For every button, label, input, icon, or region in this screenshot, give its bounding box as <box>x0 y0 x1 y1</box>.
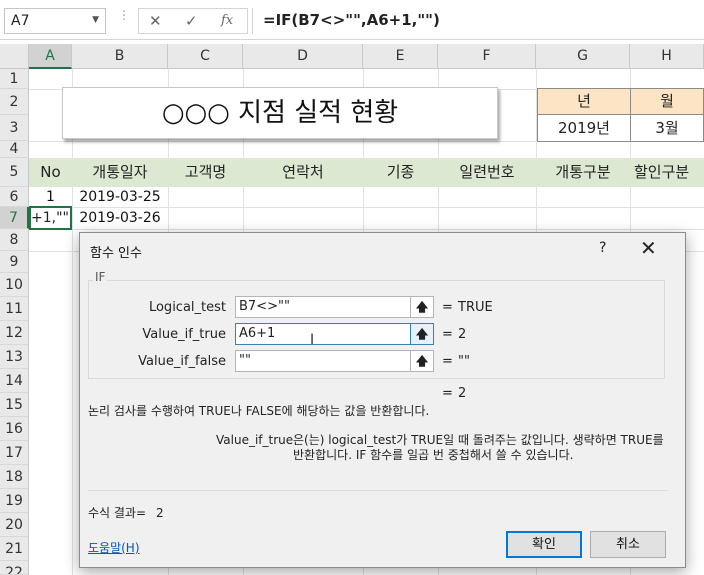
row-header-8[interactable]: 8 <box>0 229 29 251</box>
row-header-4[interactable]: 4 <box>0 141 29 158</box>
header-open-type[interactable]: 개통구분 <box>536 158 630 187</box>
row-header-1[interactable]: 1 <box>0 69 29 89</box>
active-cell-a7[interactable]: +1,"") <box>29 206 72 230</box>
value-if-false-input[interactable]: "" <box>235 350 414 372</box>
cell-b6[interactable]: 2019-03-25 <box>72 186 168 209</box>
row-header-13[interactable]: 13 <box>0 345 29 369</box>
cell-b7[interactable]: 2019-03-26 <box>72 207 168 230</box>
header-open-date[interactable]: 개통일자 <box>72 158 168 187</box>
col-header-a[interactable]: A <box>29 44 72 69</box>
formula-buttons: ✕ ✓ fx <box>138 8 248 34</box>
col-header-b[interactable]: B <box>72 44 168 69</box>
arg-description-name: Value_if_true <box>216 433 294 447</box>
gridline <box>72 69 73 575</box>
collapse-dialog-icon[interactable]: 🡅 <box>410 296 434 318</box>
formula-result-label: 수식 결과= <box>88 506 147 520</box>
arg-description-line1: 은(는) logical_test가 TRUE일 때 돌려주는 값입니다. 생략… <box>293 433 664 447</box>
function-arguments-dialog: 함수 인수 ? ✕ IF Logical_test B7<>"" 🡅 = TRU… <box>79 232 686 568</box>
header-discount-type[interactable]: 할인구분 <box>630 158 704 187</box>
report-title-shape[interactable]: ○○○ 지점 실적 현황 <box>62 87 498 139</box>
year-header-cell[interactable]: 년 <box>537 88 631 115</box>
value-if-false-result: "" <box>458 354 470 369</box>
row-header-11[interactable]: 11 <box>0 297 29 321</box>
formula-input[interactable]: =IF(B7<>"",A6+1,"") <box>252 8 704 34</box>
year-value-cell[interactable]: 2019년 <box>537 114 631 142</box>
value-if-true-label: Value_if_true <box>142 327 226 342</box>
equals-sign: = <box>442 354 453 369</box>
cancel-button[interactable]: 취소 <box>590 531 666 558</box>
formula-text: =IF(B7<>"",A6+1,"") <box>263 11 440 29</box>
row-header-14[interactable]: 14 <box>0 369 29 393</box>
row-header-7[interactable]: 7 <box>0 207 29 229</box>
row-header-10[interactable]: 10 <box>0 273 29 297</box>
row-header-16[interactable]: 16 <box>0 417 29 441</box>
collapse-dialog-icon[interactable]: 🡅 <box>410 323 434 345</box>
function-description: 논리 검사를 수행하여 TRUE나 FALSE에 해당하는 값을 반환합니다. <box>88 404 430 418</box>
chevron-down-icon[interactable]: ▼ <box>92 15 99 25</box>
enter-icon[interactable]: ✓ <box>185 12 198 30</box>
col-header-h[interactable]: H <box>630 44 704 69</box>
row-header-20[interactable]: 20 <box>0 513 29 537</box>
col-header-c[interactable]: C <box>168 44 243 69</box>
month-value-cell[interactable]: 3월 <box>630 114 704 142</box>
row-header-19[interactable]: 19 <box>0 489 29 513</box>
overall-result: 2 <box>458 386 467 401</box>
formula-bar: A7 ▼ ⋮ ✕ ✓ fx =IF(B7<>"",A6+1,"") <box>0 0 704 40</box>
row-header-3[interactable]: 3 <box>0 115 29 141</box>
name-box[interactable]: A7 ▼ <box>4 8 106 34</box>
close-icon[interactable]: ✕ <box>640 236 657 260</box>
grip-icon: ⋮ <box>118 8 130 22</box>
row-header-17[interactable]: 17 <box>0 441 29 465</box>
logical-test-input[interactable]: B7<>"" <box>235 296 414 318</box>
fx-icon[interactable]: fx <box>221 13 233 28</box>
value-if-true-input[interactable]: A6+1 <box>235 323 414 345</box>
arg-description-line2: 반환합니다. IF 함수를 일곱 번 중첩해서 쓸 수 있습니다. <box>293 448 574 462</box>
logical-test-label: Logical_test <box>148 300 226 315</box>
month-header-cell[interactable]: 월 <box>630 88 704 115</box>
help-icon[interactable]: ? <box>599 240 606 256</box>
cancel-icon[interactable]: ✕ <box>149 12 162 30</box>
col-header-e[interactable]: E <box>363 44 438 69</box>
header-no[interactable]: No <box>29 158 72 187</box>
row-header-12[interactable]: 12 <box>0 321 29 345</box>
logical-test-result: TRUE <box>458 300 493 315</box>
row-header-9[interactable]: 9 <box>0 251 29 273</box>
select-all-corner[interactable] <box>0 44 29 69</box>
row-header-22[interactable]: 22 <box>0 561 29 575</box>
equals-sign: = <box>442 327 453 342</box>
ok-button[interactable]: 확인 <box>506 531 582 558</box>
text-cursor-icon: I <box>310 332 315 348</box>
row-header-15[interactable]: 15 <box>0 393 29 417</box>
row-header-6[interactable]: 6 <box>0 187 29 207</box>
col-header-d[interactable]: D <box>243 44 363 69</box>
row-header-18[interactable]: 18 <box>0 465 29 489</box>
name-box-value: A7 <box>11 13 30 29</box>
col-header-g[interactable]: G <box>536 44 630 69</box>
header-serial[interactable]: 일련번호 <box>438 158 536 187</box>
equals-sign: = <box>442 300 453 315</box>
value-if-true-result: 2 <box>458 327 467 342</box>
group-label: IF <box>93 270 108 284</box>
value-if-false-label: Value_if_false <box>138 354 226 369</box>
col-header-f[interactable]: F <box>438 44 536 69</box>
row-header-21[interactable]: 21 <box>0 537 29 561</box>
formula-result-value: 2 <box>156 506 164 520</box>
header-model[interactable]: 기종 <box>363 158 438 187</box>
header-contact[interactable]: 연락처 <box>243 158 363 187</box>
equals-sign: = <box>442 386 453 401</box>
header-customer[interactable]: 고객명 <box>168 158 243 187</box>
dialog-title: 함수 인수 <box>90 246 142 261</box>
help-link[interactable]: 도움말(H) <box>88 539 140 556</box>
collapse-dialog-icon[interactable]: 🡅 <box>410 350 434 372</box>
row-header-5[interactable]: 5 <box>0 158 29 187</box>
row-header-2[interactable]: 2 <box>0 89 29 115</box>
divider <box>88 490 668 491</box>
